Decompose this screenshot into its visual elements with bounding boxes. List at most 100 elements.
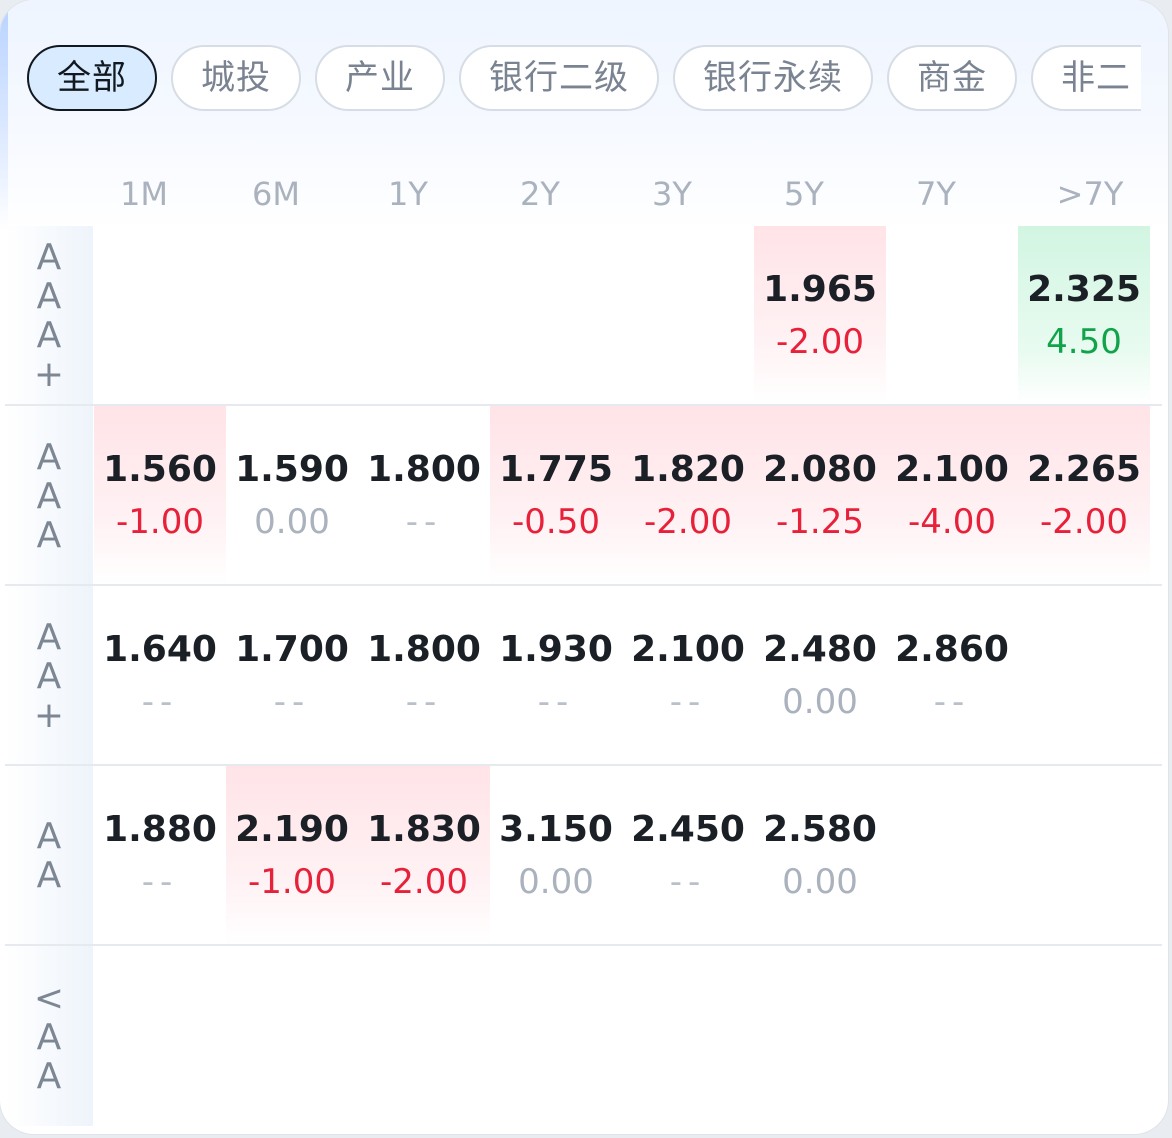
- tenor-header-5: 5Y: [784, 175, 824, 213]
- tab-4[interactable]: 银行永续: [673, 45, 873, 111]
- yield-cell[interactable]: 1.640 --: [94, 586, 226, 764]
- yield-cell[interactable]: 2.080 -1.25: [754, 406, 886, 584]
- rating-label: AAA: [28, 436, 70, 554]
- yield-value: 2.325: [1027, 269, 1141, 310]
- yield-cell[interactable]: 2.100 --: [622, 586, 754, 764]
- yield-cell[interactable]: 2.190 -1.00: [226, 766, 358, 944]
- yield-change: --: [273, 682, 311, 722]
- tenor-header-1: 6M: [252, 175, 300, 213]
- yield-value: 2.580: [763, 809, 877, 850]
- rating-label: <AA: [28, 977, 70, 1095]
- yield-value: 1.800: [367, 629, 481, 670]
- yield-cell[interactable]: 2.100 -4.00: [886, 406, 1018, 584]
- yield-cell[interactable]: 2.325 4.50: [1018, 226, 1150, 404]
- rating-label-cell: AAA: [5, 406, 93, 584]
- yield-value: 1.775: [499, 449, 613, 490]
- yield-cell[interactable]: 1.775 -0.50: [490, 406, 622, 584]
- yield-cell[interactable]: 1.830 -2.00: [358, 766, 490, 944]
- yield-cell[interactable]: 1.930 --: [490, 586, 622, 764]
- yield-matrix-card: 全部 城投 产业 银行二级 银行永续 商金 非二 1M 6M 1Y 2Y 3Y 5Y 7Y >7Y AAA…: [0, 0, 1168, 1134]
- yield-value: 2.480: [763, 629, 877, 670]
- tenor-header-0: 1M: [120, 175, 168, 213]
- yield-value: 1.700: [235, 629, 349, 670]
- yield-change: -2.00: [644, 502, 732, 542]
- category-tabs: 全部 城投 产业 银行二级 银行永续 商金 非二: [27, 45, 1168, 115]
- yield-change: -0.50: [512, 502, 600, 542]
- rating-row: AA+ 1.640 -- 1.700 -- 1.800 -- 1.930 -- 2.100 -- 2.…: [5, 586, 1162, 766]
- yield-change: -2.00: [776, 322, 864, 362]
- yield-change: -4.00: [908, 502, 996, 542]
- yield-cell[interactable]: 1.800 --: [358, 586, 490, 764]
- yield-change: 0.00: [782, 862, 858, 902]
- yield-cell[interactable]: 1.800 --: [358, 406, 490, 584]
- yield-cell[interactable]: 2.265 -2.00: [1018, 406, 1150, 584]
- rating-row: AA 1.880 -- 2.190 -1.00 1.830 -2.00 3.150 0.00 2.…: [5, 766, 1162, 946]
- yield-change: -1.00: [248, 862, 336, 902]
- tenor-header-2: 1Y: [388, 175, 428, 213]
- yield-value: 2.190: [235, 809, 349, 850]
- tab-1[interactable]: 城投: [171, 45, 301, 111]
- yield-value: 1.965: [763, 269, 877, 310]
- yield-change: 4.50: [1046, 322, 1122, 362]
- rating-label: AA+: [28, 616, 70, 734]
- tab-5[interactable]: 商金: [887, 45, 1017, 111]
- yield-value: 1.930: [499, 629, 613, 670]
- tenor-header-7: >7Y: [1056, 175, 1124, 213]
- yield-grid: AAA+ 1.965 -2.00 2.325 4.50 AAA 1.560 -1.00 1.59…: [5, 226, 1162, 1126]
- yield-cell[interactable]: 2.860 --: [886, 586, 1018, 764]
- yield-change: --: [405, 682, 443, 722]
- rating-label-cell: AA+: [5, 586, 93, 764]
- yield-change: --: [141, 682, 179, 722]
- yield-value: 2.100: [895, 449, 1009, 490]
- tenor-header-6: 7Y: [916, 175, 956, 213]
- yield-change: --: [405, 502, 443, 542]
- tab-3[interactable]: 银行二级: [459, 45, 659, 111]
- tab-0[interactable]: 全部: [27, 45, 157, 111]
- tenor-header-4: 3Y: [652, 175, 692, 213]
- yield-value: 1.820: [631, 449, 745, 490]
- yield-cell[interactable]: 1.965 -2.00: [754, 226, 886, 404]
- rating-row: AAA 1.560 -1.00 1.590 0.00 1.800 -- 1.775 -0.50 1…: [5, 406, 1162, 586]
- yield-change: --: [669, 862, 707, 902]
- yield-cell[interactable]: 1.820 -2.00: [622, 406, 754, 584]
- yield-value: 2.450: [631, 809, 745, 850]
- yield-cell[interactable]: 1.560 -1.00: [94, 406, 226, 584]
- rating-label-cell: AA: [5, 766, 93, 944]
- rating-label-cell: <AA: [5, 946, 93, 1126]
- yield-cell[interactable]: 1.880 --: [94, 766, 226, 944]
- yield-value: 1.880: [103, 809, 217, 850]
- yield-cell[interactable]: 2.580 0.00: [754, 766, 886, 944]
- yield-cell[interactable]: 1.590 0.00: [226, 406, 358, 584]
- yield-change: --: [141, 862, 179, 902]
- yield-value: 1.590: [235, 449, 349, 490]
- yield-change: --: [537, 682, 575, 722]
- tab-6[interactable]: 非二: [1031, 45, 1141, 111]
- yield-change: 0.00: [782, 682, 858, 722]
- rating-row: <AA: [5, 946, 1162, 1126]
- yield-change: -2.00: [380, 862, 468, 902]
- yield-value: 2.265: [1027, 449, 1141, 490]
- yield-value: 2.100: [631, 629, 745, 670]
- rating-row: AAA+ 1.965 -2.00 2.325 4.50: [5, 226, 1162, 406]
- yield-change: 0.00: [254, 502, 330, 542]
- yield-value: 2.860: [895, 629, 1009, 670]
- yield-value: 1.800: [367, 449, 481, 490]
- rating-label-cell: AAA+: [5, 226, 93, 404]
- yield-value: 1.640: [103, 629, 217, 670]
- yield-change: --: [933, 682, 971, 722]
- yield-change: --: [669, 682, 707, 722]
- tenor-header-3: 2Y: [520, 175, 560, 213]
- yield-cell[interactable]: 2.480 0.00: [754, 586, 886, 764]
- yield-change: -1.00: [116, 502, 204, 542]
- rating-label: AA: [28, 816, 70, 894]
- rating-label: AAA+: [28, 237, 70, 393]
- yield-value: 1.830: [367, 809, 481, 850]
- yield-cell[interactable]: 3.150 0.00: [490, 766, 622, 944]
- yield-cell[interactable]: 2.450 --: [622, 766, 754, 944]
- tab-2[interactable]: 产业: [315, 45, 445, 111]
- yield-value: 3.150: [499, 809, 613, 850]
- yield-cell[interactable]: 1.700 --: [226, 586, 358, 764]
- yield-change: -2.00: [1040, 502, 1128, 542]
- yield-value: 1.560: [103, 449, 217, 490]
- yield-change: -1.25: [776, 502, 864, 542]
